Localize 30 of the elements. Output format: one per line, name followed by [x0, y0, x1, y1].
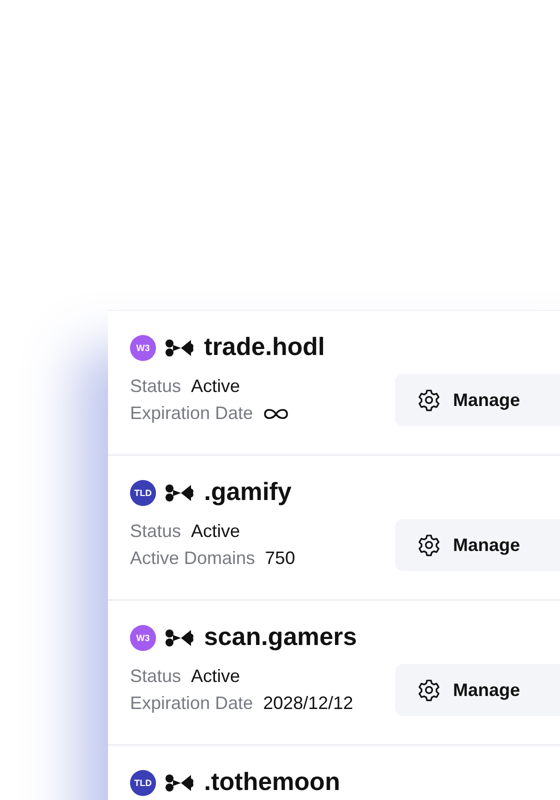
domain-name: .gamify — [204, 478, 292, 507]
infinity-icon — [263, 408, 290, 420]
badge: TLD — [130, 480, 156, 506]
badge: W3 — [130, 624, 156, 650]
detail-value: Active — [191, 376, 240, 397]
logo-icon — [165, 774, 195, 792]
logo-icon — [165, 338, 195, 356]
detail-label: Status — [130, 666, 182, 687]
detail-value: Active — [191, 521, 240, 542]
domain-name: scan.gamers — [204, 623, 357, 652]
settings-icon — [417, 388, 441, 412]
detail-value: 750 — [265, 548, 296, 569]
detail-value: Active — [191, 666, 240, 687]
manage-button[interactable]: Manage — [395, 374, 560, 426]
domain-name: .tothemoon — [204, 768, 340, 797]
manage-button[interactable]: Manage — [395, 664, 560, 716]
manage-button[interactable]: Manage — [395, 519, 560, 571]
logo-icon — [165, 484, 195, 502]
detail-label: Expiration Date — [130, 693, 254, 714]
badge: TLD — [130, 770, 156, 796]
detail-value: 2028/12/12 — [263, 693, 354, 714]
domain-name: trade.hodl — [204, 333, 325, 362]
settings-icon — [417, 533, 441, 557]
detail-label: Status — [130, 521, 182, 542]
detail-label: Active Domains — [130, 548, 256, 569]
badge: W3 — [130, 334, 156, 360]
detail-label: Expiration Date — [130, 403, 254, 424]
logo-icon — [165, 628, 195, 646]
detail-label: Status — [130, 376, 182, 397]
settings-icon — [417, 678, 441, 702]
